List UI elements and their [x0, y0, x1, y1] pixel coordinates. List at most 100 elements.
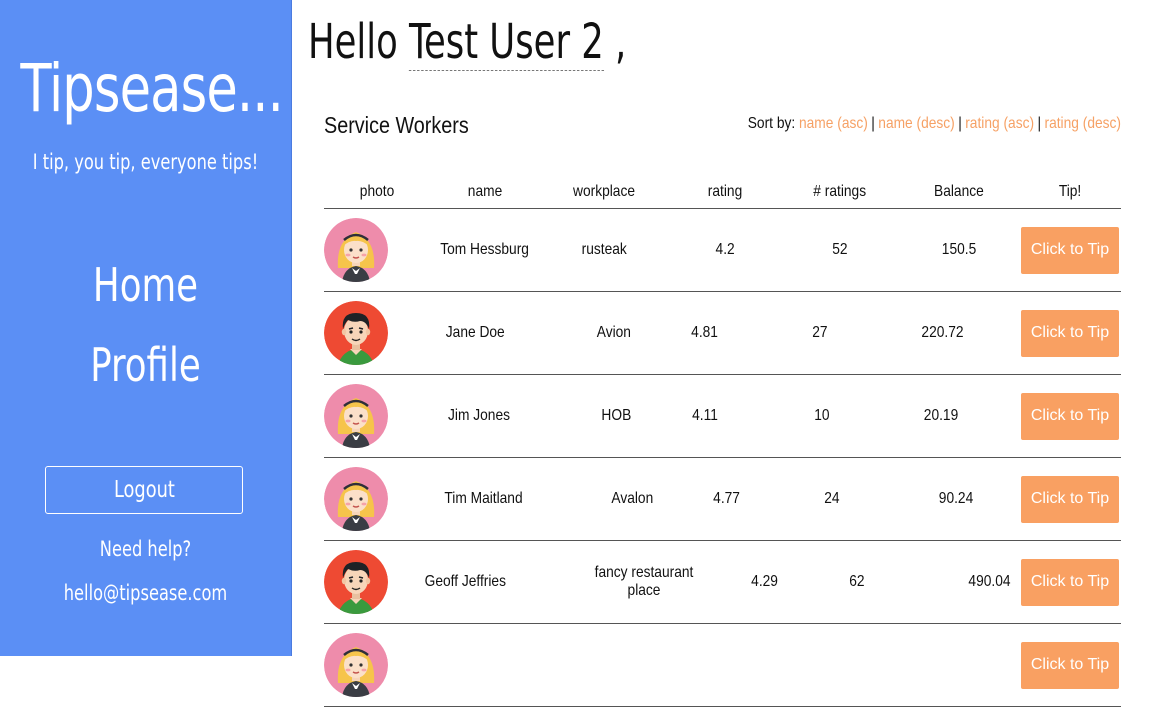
- sort-name-asc[interactable]: name (asc): [799, 115, 868, 132]
- sidebar: Tipsease... I tip, you tip, everyone tip…: [0, 0, 292, 656]
- worker-balance-cell: 220.72: [899, 291, 1019, 375]
- column-header-tip: Tip!: [1019, 176, 1121, 209]
- worker-rating: 4.29: [751, 573, 779, 590]
- tip-button[interactable]: Click to Tip: [1021, 309, 1119, 357]
- worker-name: Jim Jones: [448, 407, 510, 424]
- worker-workplace: fancy restaurant place: [594, 564, 694, 599]
- worker-balance: 90.24: [938, 490, 974, 507]
- worker-balance-cell: 20.19: [899, 374, 1019, 458]
- tip-cell: Click to Tip: [1019, 623, 1121, 707]
- photo-cell: [324, 291, 431, 375]
- worker-name-cell: Tom Hessburg: [431, 208, 539, 292]
- column-header-rating: rating: [669, 176, 781, 209]
- worker-name-cell: Jim Jones: [431, 374, 539, 458]
- tip-button[interactable]: Click to Tip: [1021, 475, 1119, 523]
- logout-label: Logout: [113, 477, 175, 503]
- worker-workplace-cell: rusteak: [539, 208, 669, 292]
- female-avatar: [324, 633, 388, 697]
- table-row: Tom Hessburg rusteak 4.2 52 150.5 Click to Ti…: [324, 208, 1121, 292]
- worker-rating: 4.11: [692, 407, 718, 424]
- sort-label: Sort by:: [747, 115, 796, 132]
- tip-button[interactable]: Click to Tip: [1021, 641, 1119, 689]
- worker-num-ratings-cell: [781, 623, 899, 707]
- worker-rating-cell: 4.11: [669, 374, 781, 458]
- user-name: Test User 2: [409, 14, 604, 71]
- worker-name: Tim Maitland: [443, 490, 523, 507]
- page-title: Hello Test User 2 ,: [308, 14, 626, 71]
- tip-cell: Click to Tip: [1019, 291, 1121, 375]
- workers-table: photo name workplace rating # ratings Ba…: [324, 176, 1121, 707]
- worker-rating: 4.2: [715, 241, 735, 258]
- female-avatar: [324, 218, 388, 282]
- sort-rating-desc[interactable]: rating (desc): [1045, 115, 1121, 132]
- worker-rating-cell: 4.81: [669, 291, 781, 375]
- worker-num-ratings-cell: 62: [781, 540, 899, 624]
- worker-num-ratings: 27: [812, 324, 828, 341]
- tagline: I tip, you tip, everyone tips!: [32, 150, 259, 174]
- photo-cell: [324, 374, 431, 458]
- main-content: Hello Test User 2 , Service Workers Sort…: [292, 0, 1152, 707]
- worker-rating-cell: 4.77: [669, 457, 781, 541]
- tip-button[interactable]: Click to Tip: [1021, 392, 1119, 440]
- column-header-photo: photo: [324, 176, 431, 209]
- worker-workplace: rusteak: [581, 241, 627, 258]
- sort-separator: |: [1037, 115, 1042, 132]
- table-row: Geoff Jeffries fancy restaurant place 4.29…: [324, 540, 1121, 624]
- table-row: Click to Tip: [324, 623, 1121, 707]
- worker-num-ratings-cell: 52: [781, 208, 899, 292]
- photo-cell: [324, 540, 431, 624]
- worker-workplace-cell: Avalon: [539, 457, 669, 541]
- worker-name: Jane Doe: [445, 324, 505, 341]
- section-title: Service Workers: [324, 112, 469, 138]
- worker-workplace: Avalon: [611, 490, 653, 507]
- worker-num-ratings: 62: [849, 573, 865, 590]
- male-avatar: [324, 301, 388, 365]
- column-header-balance: Balance: [899, 176, 1019, 209]
- worker-num-ratings: 52: [832, 241, 848, 258]
- worker-name: Tom Hessburg: [440, 241, 530, 258]
- female-avatar: [324, 467, 388, 531]
- nav-home-link[interactable]: Home: [20, 258, 270, 312]
- column-header-workplace: workplace: [539, 176, 669, 209]
- worker-workplace: HOB: [601, 407, 631, 424]
- female-avatar: [324, 384, 388, 448]
- worker-rating-cell: 4.2: [669, 208, 781, 292]
- worker-balance: 220.72: [920, 324, 964, 341]
- help-text: Need help?: [99, 537, 192, 561]
- worker-workplace-cell: Avion: [539, 291, 669, 375]
- photo-cell: [324, 457, 431, 541]
- tip-cell: Click to Tip: [1019, 374, 1121, 458]
- table-header-row: photo name workplace rating # ratings Ba…: [324, 176, 1121, 209]
- column-header-name: name: [431, 176, 539, 209]
- worker-num-ratings: 24: [824, 490, 840, 507]
- worker-workplace-cell: [539, 623, 669, 707]
- tip-cell: Click to Tip: [1019, 540, 1121, 624]
- worker-balance-cell: 490.04: [899, 540, 1019, 624]
- contact-email[interactable]: hello@tipsease.com: [20, 581, 270, 605]
- nav-profile-link[interactable]: Profile: [20, 338, 270, 392]
- worker-rating-cell: [669, 623, 781, 707]
- worker-balance-cell: [899, 623, 1019, 707]
- worker-workplace-cell: fancy restaurant place: [539, 540, 693, 624]
- worker-workplace: Avion: [596, 324, 632, 341]
- worker-num-ratings-cell: 10: [781, 374, 899, 458]
- table-row: Jane Doe Avion 4.81 27 220.72 Click to Tip: [324, 291, 1121, 375]
- worker-balance: 150.5: [941, 241, 977, 258]
- worker-name-cell: Jane Doe: [431, 291, 539, 375]
- tip-button[interactable]: Click to Tip: [1021, 558, 1119, 606]
- sort-name-desc[interactable]: name (desc): [878, 115, 954, 132]
- tip-button[interactable]: Click to Tip: [1021, 226, 1119, 274]
- worker-name: Geoff Jeffries: [424, 573, 506, 590]
- brand-logo: Tipsease...: [20, 50, 283, 127]
- logout-button[interactable]: Logout: [45, 466, 243, 514]
- column-header-num-ratings: # ratings: [781, 176, 899, 209]
- worker-num-ratings-cell: 24: [781, 457, 899, 541]
- worker-rating: 4.81: [691, 324, 719, 341]
- worker-balance-cell: 90.24: [899, 457, 1019, 541]
- tip-cell: Click to Tip: [1019, 457, 1121, 541]
- photo-cell: [324, 623, 431, 707]
- table-row: Jim Jones HOB 4.11 10 20.19 Click to Tip: [324, 374, 1121, 458]
- tip-cell: Click to Tip: [1019, 208, 1121, 292]
- sort-rating-asc[interactable]: rating (asc): [965, 115, 1034, 132]
- worker-name-cell: Geoff Jeffries: [424, 540, 539, 624]
